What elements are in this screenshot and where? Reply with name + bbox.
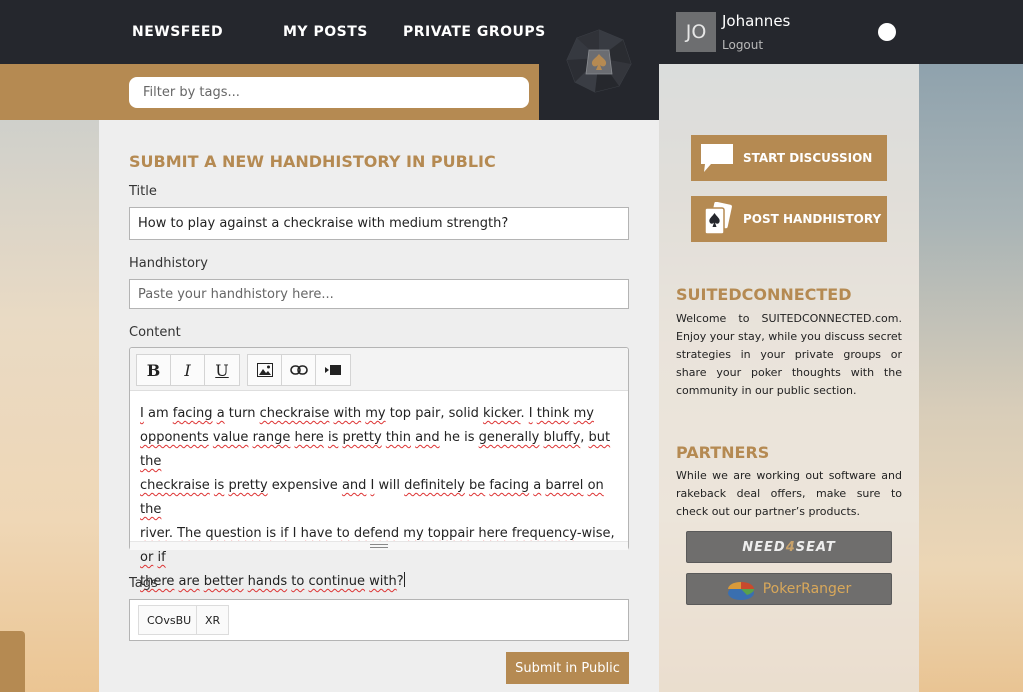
link-icon: [289, 365, 308, 375]
partners-text: While we are working out software and ra…: [676, 469, 902, 518]
title-input[interactable]: [129, 207, 629, 240]
post-handhistory-button[interactable]: POST HANDHISTORY: [691, 196, 887, 242]
post-handhistory-label: POST HANDHISTORY: [743, 212, 882, 226]
tags-label: Tags: [129, 576, 158, 591]
page-title: SUBMIT A NEW HANDHISTORY IN PUBLIC: [129, 152, 496, 171]
editor-toolbar: B I U: [130, 348, 628, 391]
content-line: there are better hands to continue with?: [140, 572, 405, 589]
underline-button[interactable]: U: [205, 355, 239, 385]
start-discussion-button[interactable]: START DISCUSSION: [691, 135, 887, 181]
grip-icon: [370, 544, 388, 548]
tag-chip[interactable]: COvsBU: [138, 605, 201, 635]
content-editor[interactable]: B I U I am facing a turn checkraise with…: [129, 347, 629, 589]
submit-public-button[interactable]: Submit in Public: [506, 652, 629, 684]
nav-my-posts[interactable]: MY POSTS: [283, 24, 368, 40]
content-label: Content: [129, 325, 181, 340]
speech-bubble-icon: [701, 144, 733, 172]
user-name: Johannes: [722, 12, 791, 30]
handhistory-input[interactable]: [129, 279, 629, 309]
bold-button[interactable]: B: [137, 355, 171, 385]
nav-newsfeed[interactable]: NEWSFEED: [132, 24, 223, 40]
tag-chip[interactable]: XR: [196, 605, 230, 635]
title-label: Title: [129, 184, 157, 199]
content-text[interactable]: I am facing a turn checkraise with my to…: [140, 402, 618, 594]
image-icon: [256, 363, 273, 377]
logout-link[interactable]: Logout: [722, 38, 763, 52]
tags-input[interactable]: COvsBU XR: [129, 599, 629, 641]
pokerranger-pie-icon: [727, 582, 754, 600]
pokerranger-logo: PokerRanger: [762, 581, 852, 597]
content-line: checkraise is pretty expensive and I wil…: [140, 478, 604, 517]
partner-need4seat[interactable]: NEED4SEAT: [686, 531, 892, 563]
need4seat-logo: NEED4SEAT: [742, 539, 836, 555]
status-toggle[interactable]: [878, 23, 896, 41]
editor-resize-handle[interactable]: [130, 541, 628, 550]
nav-private-groups[interactable]: PRIVATE GROUPS: [403, 24, 546, 40]
background-sky-right: [919, 64, 1023, 692]
insert-video-button[interactable]: [316, 355, 350, 385]
insert-button-group: [247, 354, 351, 386]
partners-heading: PARTNERS: [676, 443, 770, 462]
start-discussion-label: START DISCUSSION: [743, 151, 873, 165]
insert-link-button[interactable]: [282, 355, 316, 385]
text-caret: [403, 572, 405, 587]
filter-tags-input[interactable]: [129, 77, 529, 108]
playing-cards-icon: [704, 202, 732, 235]
handhistory-label: Handhistory: [129, 256, 208, 271]
user-avatar[interactable]: JO: [676, 12, 716, 52]
content-line: I am facing a turn checkraise with my to…: [140, 406, 594, 421]
background-sky-left: [0, 120, 99, 692]
italic-button[interactable]: I: [171, 355, 205, 385]
partner-pokerranger[interactable]: PokerRanger: [686, 573, 892, 605]
site-logo-icon[interactable]: [565, 28, 633, 94]
format-button-group: B I U: [136, 354, 240, 386]
video-icon: [325, 365, 341, 375]
content-line: opponents value range here is pretty thi…: [140, 430, 611, 469]
about-text: Welcome to SUITEDCONNECTED.com. Enjoy yo…: [676, 312, 902, 397]
about-heading: SUITEDCONNECTED: [676, 285, 852, 304]
insert-image-button[interactable]: [248, 355, 282, 385]
side-tab-handle[interactable]: [0, 631, 25, 692]
